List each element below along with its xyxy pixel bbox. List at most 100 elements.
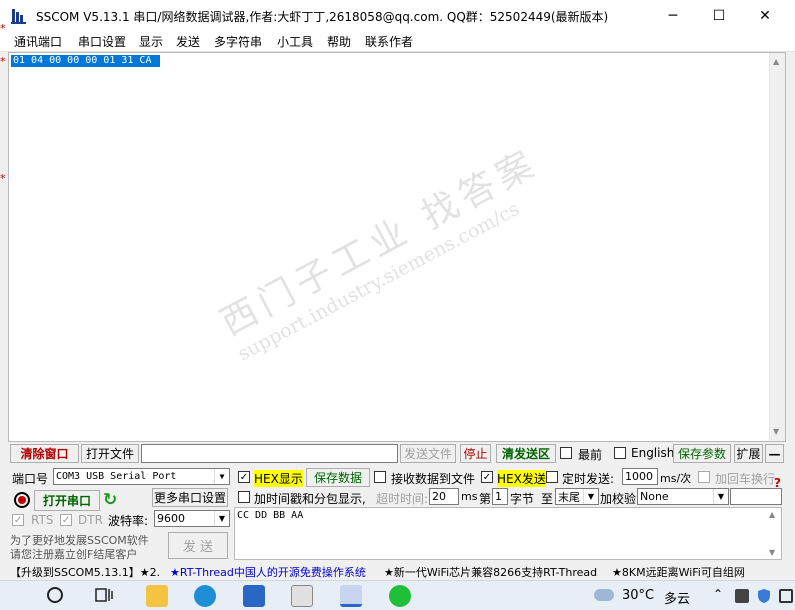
shield-icon[interactable] [757,588,771,604]
byte-label: 字节 [510,492,535,506]
menu-item-serial-settings[interactable]: 串口设置 [78,33,126,50]
dtr-label: DTR [78,513,103,527]
scroll-down-icon[interactable]: ▼ [769,548,775,557]
open-port-button[interactable]: 打开串口 [34,490,100,511]
clear-send-button[interactable]: 清发送区 [496,444,556,463]
app-icon [10,7,28,25]
menu-item-tools[interactable]: 小工具 [277,33,313,50]
english-label: English [631,446,675,460]
expand-button[interactable]: 扩展 [734,444,763,463]
save-data-button[interactable]: 保存数据 [306,468,370,487]
append-crlf-label: 加回车换行 [715,472,776,486]
marquee-item[interactable]: ★RT-Thread中国人的开源免费操作系统 [170,564,366,580]
menu-bar: 通讯端口 串口设置 显示 发送 多字符串 小工具 帮助 联系作者 [0,31,795,52]
marquee-item[interactable]: 【升级到SSCOM5.13.1】★2. [10,564,160,580]
maximize-button[interactable]: ☐ [696,0,742,31]
chevron-down-icon[interactable]: ▼ [214,469,229,484]
menu-item-contact[interactable]: 联系作者 [365,33,413,50]
collapse-button[interactable]: — [765,444,784,463]
end-select[interactable]: 末尾 ▼ [555,488,599,505]
weather-icon[interactable] [594,589,614,601]
file-path-input[interactable] [141,444,398,463]
menu-item-multi-string[interactable]: 多字符串 [214,33,262,50]
timestamp-checkbox[interactable] [238,491,250,503]
start-byte-input[interactable]: 1 [492,488,508,505]
english-checkbox[interactable] [614,447,626,459]
wechat-icon[interactable] [389,585,411,607]
network-icon[interactable] [779,589,793,603]
checksum-label: 加校验 [600,492,637,506]
receive-text[interactable]: 01 04 00 00 00 01 31 CA [11,55,160,67]
interval-input[interactable]: 1000 [622,468,658,485]
app-tray-icon[interactable] [735,589,749,603]
help-mark[interactable]: ? [774,476,781,490]
hex-display-label: HEX显示 [254,470,303,487]
interval-unit: ms/次 [660,472,692,485]
baud-select-value: 9600 [157,512,185,525]
edge-marker: * [0,22,6,35]
promo-line-2[interactable]: 请您注册嘉立创F结尾客户 [10,546,137,562]
edge-marker: * [0,172,6,185]
edge-browser-icon[interactable] [194,585,216,607]
checksum-select-value: None [640,490,669,503]
timeout-input[interactable]: 20 [429,488,459,505]
checksum-extra-input[interactable] [730,488,782,505]
chevron-down-icon[interactable]: ▼ [713,489,728,504]
refresh-icon[interactable]: ↻ [103,490,117,510]
title-bar: SSCOM V5.13.1 串口/网络数据调试器,作者:大虾丁丁,2618058… [0,0,795,31]
app-icon-blue[interactable] [243,585,265,607]
hex-send-checkbox[interactable]: ✓ [481,471,493,483]
topmost-label: 最前 [578,448,603,462]
marquee-item[interactable]: ★8KM远距离WiFi可自组网 [612,564,745,580]
recv-to-file-checkbox[interactable] [374,471,386,483]
menu-item-display[interactable]: 显示 [139,33,163,50]
rts-checkbox[interactable]: ✓ [12,514,24,526]
edge-marker: * [0,55,6,68]
window-title: SSCOM V5.13.1 串口/网络数据调试器,作者:大虾丁丁,2618058… [36,10,609,24]
scroll-down-icon[interactable]: ▼ [773,427,779,436]
timed-send-checkbox[interactable] [546,471,558,483]
menu-item-send[interactable]: 发送 [176,33,200,50]
checksum-select[interactable]: None ▼ [637,488,729,505]
receive-scrollbar[interactable]: ▲ ▼ [769,53,785,441]
send-file-button[interactable]: 发送文件 [400,444,456,463]
menu-item-help[interactable]: 帮助 [327,33,351,50]
send-button[interactable]: 发 送 [168,532,228,559]
port-status-dot [18,496,26,504]
menu-item-port[interactable]: 通讯端口 [14,33,62,50]
save-params-button[interactable]: 保存参数 [673,444,731,463]
baud-label: 波特率: [108,514,149,528]
port-status-icon [14,492,30,508]
dtr-checkbox[interactable]: ✓ [60,514,72,526]
weather-temp[interactable]: 30°C [622,588,654,603]
send-area[interactable]: CC DD BB AA ▲ ▼ [234,507,782,560]
search-icon[interactable] [47,587,63,603]
append-crlf-checkbox[interactable] [698,471,710,483]
sscom-taskbar-icon[interactable] [340,585,362,607]
port-select[interactable]: COM3 USB Serial Port ▼ [53,468,230,485]
chevron-up-icon[interactable]: ⌃ [713,587,723,601]
end-select-value: 末尾 [558,490,580,504]
topmost-checkbox[interactable] [560,447,572,459]
marquee-item[interactable]: ★新一代WiFi芯片兼容8266支持RT-Thread [384,564,597,580]
send-text[interactable]: CC DD BB AA [237,510,303,521]
task-view-icon[interactable] [95,587,113,603]
clear-window-button[interactable]: 清除窗口 [10,444,79,463]
more-port-settings-button[interactable]: 更多串口设置 [152,488,228,507]
open-file-button[interactable]: 打开文件 [81,444,139,463]
hex-display-checkbox[interactable]: ✓ [238,471,250,483]
weather-desc[interactable]: 多云 [664,588,690,607]
scroll-up-icon[interactable]: ▲ [773,57,779,66]
minimize-button[interactable]: ─ [650,0,696,31]
file-explorer-icon[interactable] [146,585,168,607]
calculator-icon[interactable] [291,585,313,607]
scroll-up-icon[interactable]: ▲ [769,510,775,519]
chevron-down-icon[interactable]: ▼ [214,511,229,526]
stop-button[interactable]: 停止 [460,444,491,463]
hex-send-label: HEX发送 [497,470,546,487]
status-marquee[interactable]: 【升级到SSCOM5.13.1】★2. ★RT-Thread中国人的开源免费操作… [0,562,795,580]
timeout-label: 超时时间: [376,492,429,506]
close-button[interactable]: ✕ [742,0,788,31]
baud-select[interactable]: 9600 ▼ [154,510,230,527]
chevron-down-icon[interactable]: ▼ [583,489,598,504]
